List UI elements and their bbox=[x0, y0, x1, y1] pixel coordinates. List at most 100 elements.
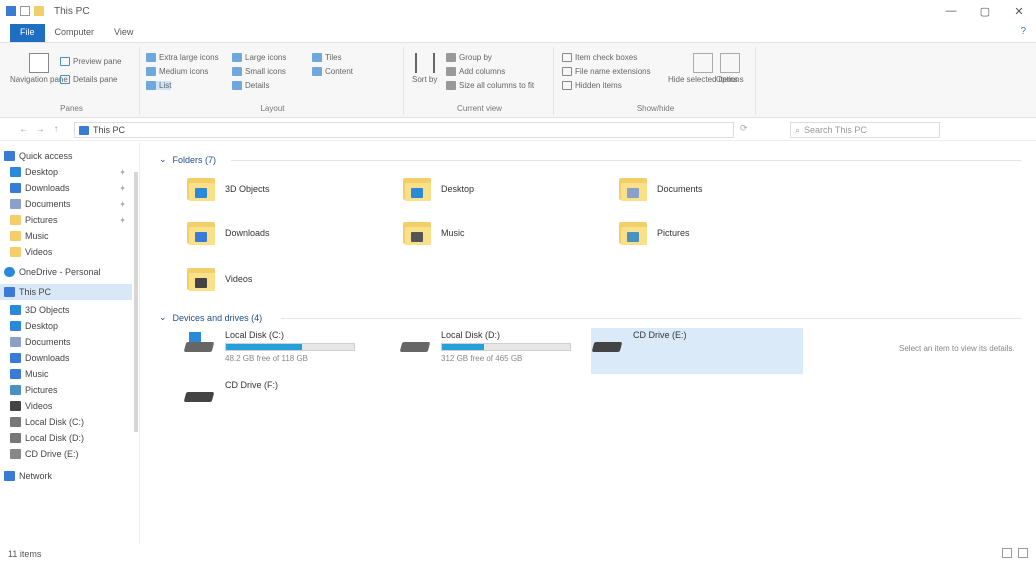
search-input[interactable]: ⌕ Search This PC bbox=[790, 122, 940, 138]
options-button[interactable]: Options bbox=[716, 53, 744, 84]
folder-music[interactable]: Music bbox=[403, 220, 465, 246]
layout-content[interactable]: Content bbox=[312, 67, 353, 76]
folder-icon bbox=[403, 176, 433, 202]
sidebar-item-label: 3D Objects bbox=[25, 305, 70, 315]
folder-pictures[interactable]: Pictures bbox=[619, 220, 690, 246]
folder-3d-objects[interactable]: 3D Objects bbox=[187, 176, 270, 202]
new-folder-icon[interactable] bbox=[34, 6, 44, 16]
folder-videos[interactable]: Videos bbox=[187, 266, 252, 292]
layout-small[interactable]: Small icons bbox=[232, 67, 286, 76]
folders-section-header[interactable]: ⌄ Folders (7) bbox=[159, 154, 216, 165]
checkbox-icon bbox=[562, 67, 572, 76]
ribbon-group-label: Panes bbox=[60, 104, 83, 113]
layout-details[interactable]: Details bbox=[232, 81, 269, 90]
drive-d[interactable]: Local Disk (D:) 312 GB free of 465 GB bbox=[399, 328, 609, 372]
sidebar-item-drive-c[interactable]: Local Disk (C:) bbox=[0, 414, 132, 430]
sidebar-item-documents[interactable]: Documents ✦ bbox=[0, 196, 132, 212]
sidebar-item-desktop[interactable]: Desktop ✦ bbox=[0, 164, 132, 180]
folder-icon bbox=[10, 231, 21, 241]
layout-label: Small icons bbox=[245, 67, 286, 76]
folder-downloads[interactable]: Downloads bbox=[187, 220, 270, 246]
ribbon-group-panes: Navigation pane Preview pane Details pan… bbox=[4, 47, 140, 115]
folder-documents[interactable]: Documents bbox=[619, 176, 703, 202]
drive-icon bbox=[10, 433, 21, 443]
drive-info: Local Disk (D:) 312 GB free of 465 GB bbox=[441, 328, 571, 372]
drive-info: Local Disk (C:) 48.2 GB free of 118 GB bbox=[225, 328, 355, 372]
sidebar-item-network[interactable]: Network bbox=[0, 468, 132, 484]
group-by-label: Group by bbox=[459, 53, 492, 62]
details-pane-label: Details pane bbox=[73, 75, 118, 84]
drive-e[interactable]: CD Drive (E:) bbox=[591, 328, 803, 374]
sidebar-item-downloads-pc[interactable]: Downloads bbox=[0, 350, 132, 366]
maximize-button[interactable]: ▢ bbox=[968, 0, 1002, 22]
back-button[interactable]: ← bbox=[16, 124, 32, 135]
preview-pane-button[interactable]: Preview pane bbox=[60, 57, 121, 66]
sidebar-item-label: Documents bbox=[25, 199, 71, 209]
sidebar-item-pictures[interactable]: Pictures ✦ bbox=[0, 212, 132, 228]
sort-by-button[interactable]: Sort by bbox=[412, 53, 437, 84]
drive-c[interactable]: Local Disk (C:) 48.2 GB free of 118 GB bbox=[183, 328, 393, 372]
sidebar-item-3d-objects[interactable]: 3D Objects bbox=[0, 302, 132, 318]
layout-large[interactable]: Large icons bbox=[232, 53, 286, 62]
drive-name: CD Drive (F:) bbox=[225, 380, 278, 390]
drive-usage-bar bbox=[441, 343, 571, 351]
size-columns-button[interactable]: Size all columns to fit bbox=[446, 81, 534, 90]
forward-button[interactable]: → bbox=[32, 124, 48, 135]
layout-medium[interactable]: Medium icons bbox=[146, 67, 208, 76]
layout-extra-large[interactable]: Extra large icons bbox=[146, 53, 219, 62]
address-bar[interactable]: This PC bbox=[74, 122, 734, 138]
layout-list[interactable]: List bbox=[146, 81, 172, 90]
folders-header-label: Folders (7) bbox=[172, 154, 217, 165]
layout-icon bbox=[146, 53, 156, 62]
cube-icon bbox=[10, 305, 21, 315]
layout-label: Extra large icons bbox=[159, 53, 219, 62]
sidebar-item-pictures-pc[interactable]: Pictures bbox=[0, 382, 132, 398]
sidebar-item-quick-access[interactable]: Quick access bbox=[0, 148, 132, 164]
details-pane-hint: Select an item to view its details. bbox=[899, 344, 1015, 353]
drive-f[interactable]: CD Drive (F:) bbox=[183, 378, 393, 418]
sidebar-scrollbar[interactable] bbox=[132, 142, 140, 544]
add-columns-button[interactable]: Add columns bbox=[446, 67, 505, 76]
sidebar-item-downloads[interactable]: Downloads ✦ bbox=[0, 180, 132, 196]
sidebar-item-videos[interactable]: Videos bbox=[0, 244, 132, 260]
preview-pane-icon bbox=[60, 57, 70, 66]
large-icons-view-icon[interactable] bbox=[1018, 548, 1028, 558]
hidden-items-label: Hidden items bbox=[575, 81, 622, 90]
details-view-icon[interactable] bbox=[1002, 548, 1012, 558]
search-icon: ⌕ bbox=[795, 124, 801, 135]
sidebar-item-onedrive[interactable]: OneDrive - Personal bbox=[0, 264, 132, 280]
tab-file[interactable]: File bbox=[10, 24, 45, 42]
sidebar-item-drive-e[interactable]: CD Drive (E:) bbox=[0, 446, 132, 462]
size-columns-icon bbox=[446, 81, 456, 90]
tab-computer[interactable]: Computer bbox=[45, 24, 105, 42]
help-icon[interactable]: ? bbox=[1020, 26, 1026, 37]
file-extensions-toggle[interactable]: File name extensions bbox=[562, 67, 651, 76]
sidebar-item-videos-pc[interactable]: Videos bbox=[0, 398, 132, 414]
properties-icon[interactable] bbox=[20, 6, 30, 16]
sidebar-item-documents-pc[interactable]: Documents bbox=[0, 334, 132, 350]
sidebar-item-music-pc[interactable]: Music bbox=[0, 366, 132, 382]
close-button[interactable]: ✕ bbox=[1002, 0, 1036, 22]
drive-name: Local Disk (D:) bbox=[441, 330, 501, 340]
details-pane-button[interactable]: Details pane bbox=[60, 75, 117, 84]
sidebar-item-this-pc[interactable]: This PC bbox=[0, 284, 132, 300]
chevron-down-icon: ⌄ bbox=[159, 154, 167, 164]
size-columns-label: Size all columns to fit bbox=[459, 81, 535, 90]
scrollbar-thumb[interactable] bbox=[134, 172, 138, 432]
sidebar-item-label: Pictures bbox=[25, 215, 58, 225]
drive-usage-fill bbox=[442, 344, 485, 350]
hidden-items-toggle[interactable]: Hidden items bbox=[562, 81, 622, 90]
layout-tiles[interactable]: Tiles bbox=[312, 53, 342, 62]
refresh-button[interactable]: ⟳ bbox=[740, 123, 780, 134]
up-button[interactable]: ↑ bbox=[48, 124, 64, 135]
drives-section-header[interactable]: ⌄ Devices and drives (4) bbox=[159, 312, 262, 323]
group-by-button[interactable]: Group by bbox=[446, 53, 492, 62]
tab-view[interactable]: View bbox=[104, 24, 143, 42]
folder-desktop[interactable]: Desktop bbox=[403, 176, 474, 202]
minimize-button[interactable]: — bbox=[934, 0, 968, 22]
sidebar-item-music[interactable]: Music bbox=[0, 228, 132, 244]
item-check-boxes-toggle[interactable]: Item check boxes bbox=[562, 53, 637, 62]
pictures-icon bbox=[10, 215, 21, 225]
sidebar-item-desktop-pc[interactable]: Desktop bbox=[0, 318, 132, 334]
sidebar-item-drive-d[interactable]: Local Disk (D:) bbox=[0, 430, 132, 446]
